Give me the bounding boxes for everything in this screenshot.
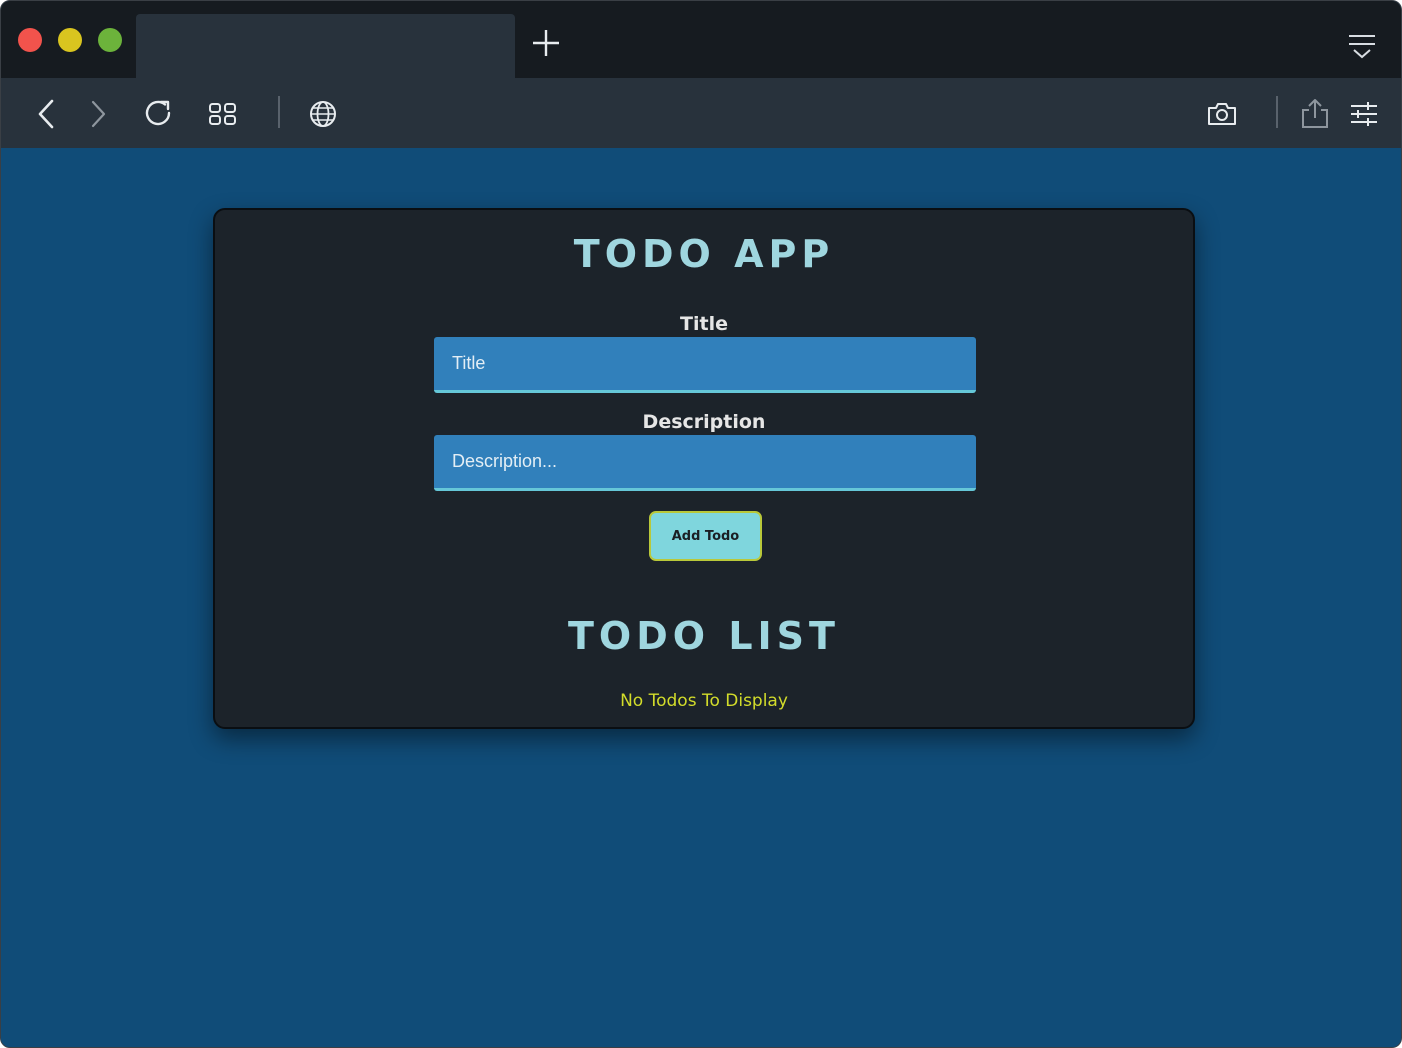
todo-card: TODO APP Title Description Add Todo TODO… (213, 208, 1195, 729)
add-todo-button[interactable]: Add Todo (649, 511, 762, 561)
title-input[interactable] (434, 337, 976, 393)
browser-toolbar (1, 78, 1401, 148)
description-input[interactable] (434, 435, 976, 491)
app-heading: TODO APP (573, 232, 835, 276)
active-tab[interactable] (136, 14, 515, 78)
camera-icon[interactable] (1206, 98, 1238, 130)
forward-icon[interactable] (82, 98, 114, 130)
sliders-icon[interactable] (1348, 98, 1380, 130)
browser-window: TODO APP Title Description Add Todo TODO… (0, 0, 1402, 1048)
toolbar-divider (278, 96, 280, 128)
grid-icon[interactable] (207, 98, 239, 130)
minimize-window-button[interactable] (58, 28, 82, 52)
tab-menu-icon[interactable] (1345, 31, 1379, 61)
back-icon[interactable] (31, 98, 63, 130)
toolbar-divider (1276, 96, 1278, 128)
title-label: Title (680, 313, 728, 335)
globe-icon[interactable] (307, 98, 339, 130)
reload-icon[interactable] (143, 98, 175, 130)
empty-list-message: No Todos To Display (620, 691, 788, 711)
maximize-window-button[interactable] (98, 28, 122, 52)
page-content: TODO APP Title Description Add Todo TODO… (1, 148, 1401, 1047)
tab-strip (1, 1, 1401, 78)
close-window-button[interactable] (18, 28, 42, 52)
description-label: Description (642, 411, 766, 433)
plus-icon[interactable] (530, 27, 562, 59)
todo-list-heading: TODO LIST (568, 614, 840, 658)
share-icon[interactable] (1299, 98, 1331, 130)
